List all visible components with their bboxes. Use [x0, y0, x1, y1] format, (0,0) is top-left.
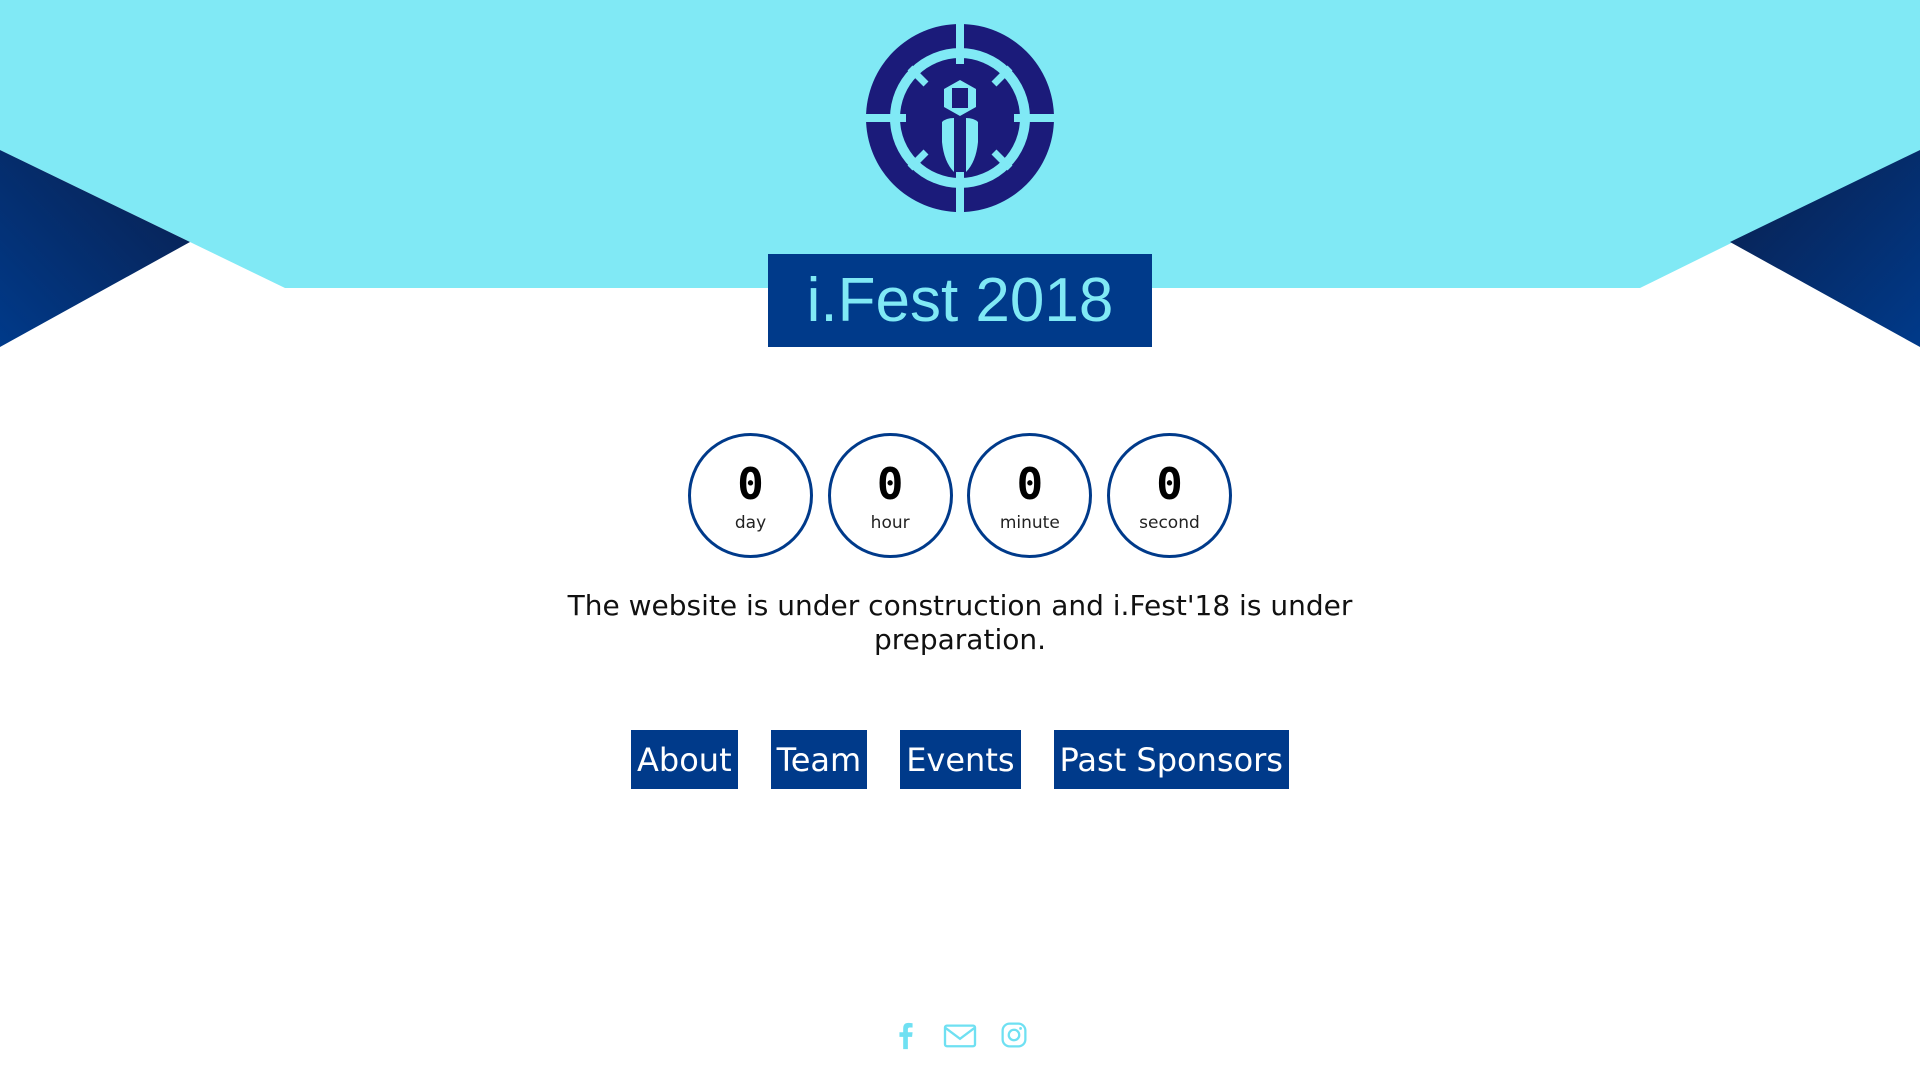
countdown-minute-value: 0 [1016, 458, 1044, 510]
countdown-minute-unit: minute [999, 512, 1060, 533]
social-links [0, 1018, 1920, 1052]
countdown-minute: 0 minute [967, 433, 1093, 558]
countdown-day-unit: day [734, 512, 767, 533]
facebook-icon[interactable] [890, 1019, 922, 1051]
email-icon[interactable] [942, 1019, 978, 1051]
ifest-logo-icon [864, 22, 1056, 214]
countdown-day-value: 0 [737, 458, 764, 510]
page-title: i.Fest 2018 [806, 265, 1114, 335]
countdown-hour-value: 0 [876, 458, 904, 510]
countdown-hour-unit: hour [870, 512, 910, 533]
events-button[interactable]: Events [900, 730, 1021, 789]
title-box: i.Fest 2018 [768, 254, 1152, 347]
past-sponsors-button[interactable]: Past Sponsors [1053, 730, 1289, 789]
about-button[interactable]: About [631, 730, 738, 789]
construction-message: The website is under construction and i.… [567, 589, 1353, 656]
countdown-second-value: 0 [1156, 458, 1183, 510]
team-button[interactable]: Team [770, 730, 868, 789]
instagram-icon[interactable] [998, 1019, 1030, 1051]
countdown-hour: 0 hour [827, 433, 953, 558]
countdown-second-unit: second [1139, 512, 1200, 533]
countdown: 0 day 0 hour 0 minute 0 second [688, 433, 1232, 558]
countdown-second: 0 second [1106, 433, 1232, 558]
page: i.Fest 2018 0 day 0 hour 0 minute 0 seco… [0, 0, 1920, 1080]
countdown-day: 0 day [688, 433, 813, 558]
main-nav: About Team Events Past Sponsors [0, 730, 1920, 789]
